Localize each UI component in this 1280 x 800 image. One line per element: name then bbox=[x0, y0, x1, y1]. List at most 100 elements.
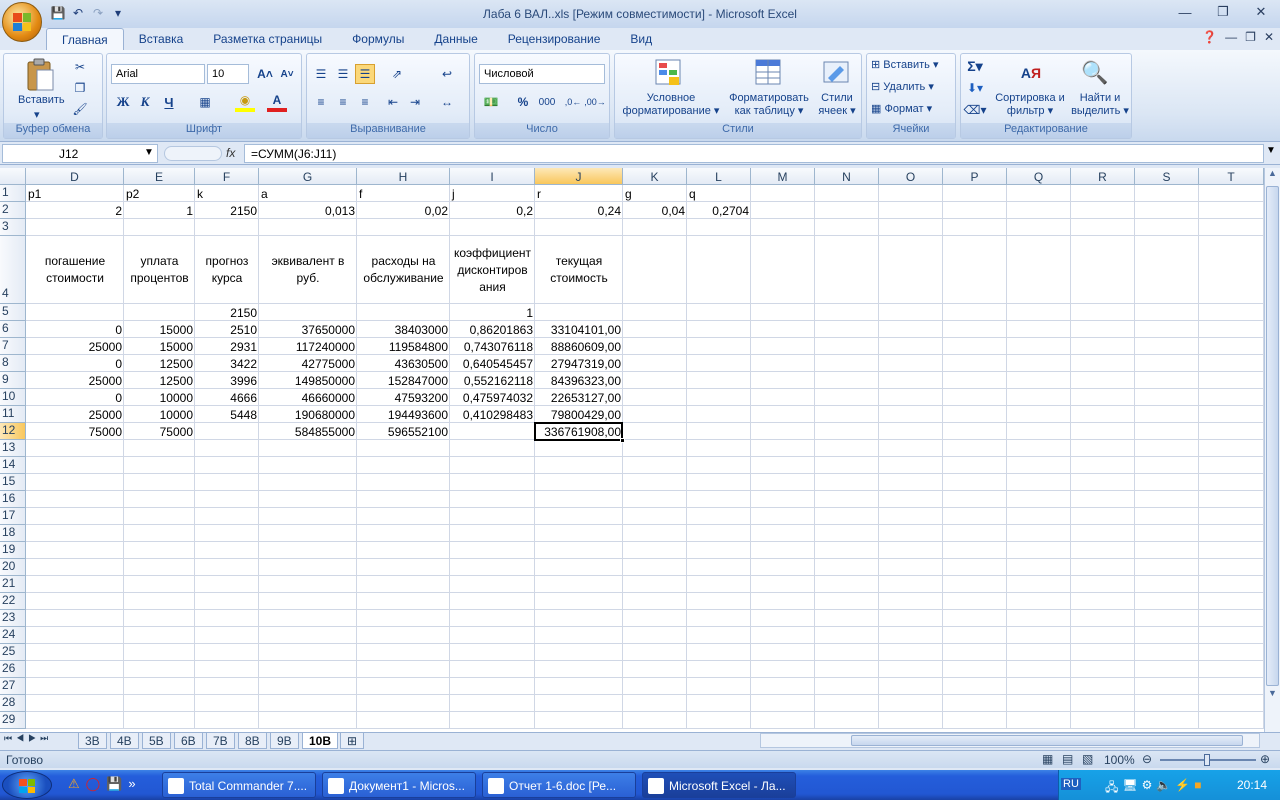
cell[interactable] bbox=[124, 559, 195, 576]
cell[interactable] bbox=[687, 355, 751, 372]
cell[interactable] bbox=[124, 695, 195, 712]
cell[interactable] bbox=[815, 185, 879, 202]
cell[interactable] bbox=[195, 423, 259, 440]
cell[interactable] bbox=[687, 678, 751, 695]
cell[interactable] bbox=[687, 372, 751, 389]
table-cell[interactable]: 79800429,00 bbox=[535, 406, 623, 423]
cell[interactable] bbox=[943, 542, 1007, 559]
cell[interactable] bbox=[1135, 202, 1199, 219]
cell[interactable] bbox=[943, 202, 1007, 219]
row-header[interactable]: 21 bbox=[0, 576, 26, 593]
cell[interactable] bbox=[1007, 219, 1071, 236]
cell[interactable] bbox=[124, 678, 195, 695]
cell[interactable] bbox=[623, 576, 687, 593]
row-header[interactable]: 17 bbox=[0, 508, 26, 525]
language-indicator[interactable]: RU bbox=[1061, 778, 1081, 790]
cell[interactable] bbox=[259, 593, 357, 610]
cell[interactable] bbox=[259, 219, 357, 236]
cell[interactable] bbox=[751, 474, 815, 491]
scroll-thumb[interactable] bbox=[1266, 186, 1279, 686]
cell[interactable] bbox=[815, 202, 879, 219]
help-icon[interactable]: ❓ bbox=[1202, 30, 1217, 44]
param-label[interactable]: q bbox=[687, 185, 751, 202]
param-value[interactable]: 1 bbox=[124, 202, 195, 219]
cell[interactable] bbox=[1071, 457, 1135, 474]
row-header[interactable]: 8 bbox=[0, 355, 26, 372]
cell[interactable] bbox=[1007, 508, 1071, 525]
row-header[interactable]: 22 bbox=[0, 593, 26, 610]
cell[interactable] bbox=[1071, 185, 1135, 202]
sheet-tab[interactable]: 10В bbox=[302, 733, 339, 749]
cell[interactable] bbox=[879, 423, 943, 440]
cell[interactable] bbox=[535, 542, 623, 559]
cell[interactable] bbox=[124, 474, 195, 491]
cell[interactable] bbox=[1071, 576, 1135, 593]
cell[interactable] bbox=[1071, 440, 1135, 457]
cell[interactable] bbox=[943, 661, 1007, 678]
cell[interactable] bbox=[815, 610, 879, 627]
zoom-thumb[interactable] bbox=[1204, 754, 1210, 766]
delete-cells-button[interactable]: ⊟ Удалить ▾ bbox=[871, 80, 934, 93]
doc-close-icon[interactable]: ✕ bbox=[1264, 30, 1274, 44]
cell[interactable] bbox=[1007, 389, 1071, 406]
cell[interactable] bbox=[450, 627, 535, 644]
cell[interactable] bbox=[879, 525, 943, 542]
cell[interactable] bbox=[535, 576, 623, 593]
cell[interactable] bbox=[687, 695, 751, 712]
table-cell[interactable]: 15000 bbox=[124, 338, 195, 355]
tab-home[interactable]: Главная bbox=[46, 28, 124, 50]
cell[interactable] bbox=[751, 542, 815, 559]
format-as-table-button[interactable]: Форматировать как таблицу ▾ bbox=[723, 92, 815, 118]
cell[interactable] bbox=[1135, 678, 1199, 695]
insert-cells-button[interactable]: ⊞ Вставить ▾ bbox=[871, 58, 939, 71]
param-value[interactable]: 0,2704 bbox=[687, 202, 751, 219]
cell[interactable] bbox=[879, 712, 943, 729]
shrink-font-icon[interactable]: A˅ bbox=[277, 64, 297, 84]
cell[interactable] bbox=[1199, 712, 1264, 729]
cell[interactable] bbox=[357, 661, 450, 678]
cell[interactable] bbox=[124, 542, 195, 559]
cell[interactable] bbox=[687, 406, 751, 423]
cell[interactable] bbox=[1007, 202, 1071, 219]
column-header[interactable]: O bbox=[879, 168, 943, 185]
param-label[interactable]: p2 bbox=[124, 185, 195, 202]
cell[interactable] bbox=[1135, 236, 1199, 304]
cell[interactable] bbox=[751, 593, 815, 610]
taskbar-task[interactable]: Документ1 - Micros... bbox=[322, 772, 476, 798]
autosum-icon[interactable]: Σ▾ bbox=[965, 56, 985, 76]
usb-icon[interactable]: ⚡ bbox=[1175, 778, 1190, 799]
merge-center-icon[interactable]: ↔ bbox=[437, 92, 457, 112]
cell[interactable] bbox=[1007, 338, 1071, 355]
cell[interactable] bbox=[815, 219, 879, 236]
row-header[interactable]: 5 bbox=[0, 304, 26, 321]
cell[interactable] bbox=[1007, 610, 1071, 627]
cell[interactable] bbox=[815, 355, 879, 372]
cell[interactable] bbox=[450, 610, 535, 627]
row-header[interactable]: 25 bbox=[0, 644, 26, 661]
cell[interactable] bbox=[1199, 355, 1264, 372]
cell[interactable] bbox=[357, 474, 450, 491]
align-right-icon[interactable]: ≡ bbox=[355, 92, 375, 112]
find-select-button[interactable]: Найти и выделить ▾ bbox=[1069, 92, 1131, 118]
cell[interactable] bbox=[879, 695, 943, 712]
cell[interactable] bbox=[1199, 406, 1264, 423]
cell[interactable] bbox=[1007, 355, 1071, 372]
cell[interactable] bbox=[1071, 389, 1135, 406]
cell[interactable] bbox=[259, 576, 357, 593]
table-cell[interactable]: 2510 bbox=[195, 321, 259, 338]
cell[interactable] bbox=[815, 542, 879, 559]
cell[interactable] bbox=[26, 610, 124, 627]
cell[interactable] bbox=[751, 355, 815, 372]
cell[interactable] bbox=[124, 440, 195, 457]
table-cell[interactable]: 43630500 bbox=[357, 355, 450, 372]
cell[interactable] bbox=[623, 593, 687, 610]
total-cell[interactable]: 75000 bbox=[26, 423, 124, 440]
cell[interactable] bbox=[623, 525, 687, 542]
table-header[interactable]: коэффициент дисконтиров ания bbox=[450, 236, 535, 304]
formula-input[interactable]: =СУММ(J6:J11) bbox=[244, 144, 1264, 163]
cell[interactable] bbox=[623, 542, 687, 559]
cell[interactable] bbox=[1071, 491, 1135, 508]
cell[interactable] bbox=[1007, 474, 1071, 491]
find-select-icon[interactable]: 🔍 bbox=[1079, 57, 1111, 89]
cell[interactable] bbox=[1199, 219, 1264, 236]
